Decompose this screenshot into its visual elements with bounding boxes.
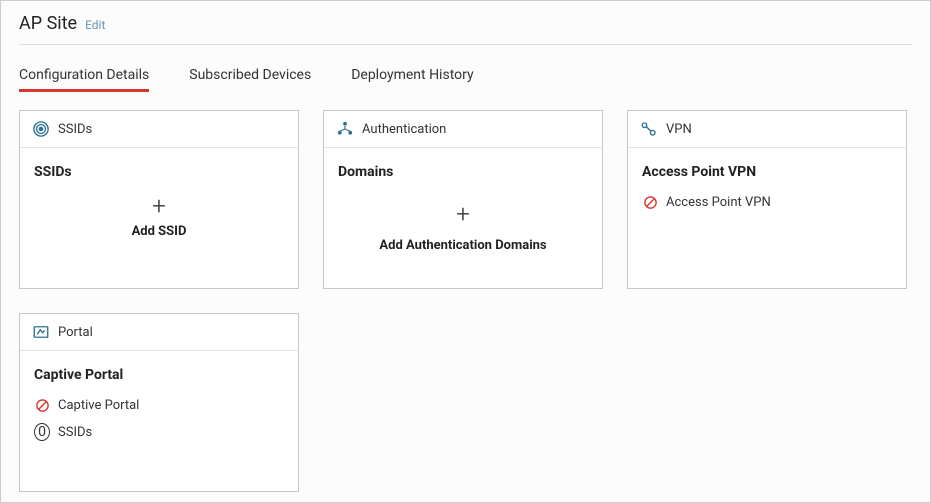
edit-link[interactable]: Edit: [85, 18, 105, 32]
disabled-icon: [34, 397, 50, 413]
card-portal: Portal Captive Portal Captive Portal 0 S…: [19, 313, 299, 492]
add-ssid-label: Add SSID: [132, 224, 187, 239]
vpn-item: Access Point VPN: [642, 194, 892, 210]
disabled-icon: [642, 194, 658, 210]
connection-icon: [640, 120, 658, 138]
tab-configuration-details[interactable]: Configuration Details: [19, 67, 149, 92]
card-header-ssids: SSIDs: [20, 111, 298, 148]
add-auth-domains-label: Add Authentication Domains: [379, 238, 546, 253]
tab-deployment-history[interactable]: Deployment History: [351, 67, 473, 92]
count-badge: 0: [34, 423, 50, 441]
add-ssid-button[interactable]: + Add SSID: [34, 194, 284, 239]
card-header-label: SSIDs: [58, 122, 92, 137]
plus-icon: +: [152, 194, 166, 218]
section-title-captive-portal: Captive Portal: [34, 367, 284, 383]
page-title: AP Site: [19, 13, 77, 34]
section-title-ap-vpn: Access Point VPN: [642, 164, 892, 180]
card-header-vpn: VPN: [628, 111, 906, 148]
broadcast-icon: [32, 120, 50, 138]
portal-icon: [32, 323, 50, 341]
card-header-portal: Portal: [20, 314, 298, 351]
card-header-label: Authentication: [362, 122, 446, 137]
captive-portal-item: Captive Portal: [34, 397, 284, 413]
organization-icon: [336, 120, 354, 138]
portal-ssids-label: SSIDs: [58, 425, 92, 440]
add-auth-domains-button[interactable]: + Add Authentication Domains: [338, 202, 588, 253]
card-header-label: VPN: [666, 122, 692, 137]
card-header-label: Portal: [58, 325, 93, 340]
page-header: AP Site Edit: [19, 13, 912, 45]
card-ssids: SSIDs SSIDs + Add SSID: [19, 110, 299, 289]
plus-icon: +: [456, 202, 470, 226]
vpn-item-label: Access Point VPN: [666, 195, 771, 210]
tabs: Configuration Details Subscribed Devices…: [19, 67, 912, 92]
tab-subscribed-devices[interactable]: Subscribed Devices: [189, 67, 311, 92]
section-title-domains: Domains: [338, 164, 588, 180]
card-authentication: Authentication Domains + Add Authenticat…: [323, 110, 603, 289]
card-header-authentication: Authentication: [324, 111, 602, 148]
section-title-ssids: SSIDs: [34, 164, 284, 180]
portal-ssids-item: 0 SSIDs: [34, 423, 284, 441]
card-vpn: VPN Access Point VPN Access Point VPN: [627, 110, 907, 289]
captive-portal-label: Captive Portal: [58, 398, 139, 413]
